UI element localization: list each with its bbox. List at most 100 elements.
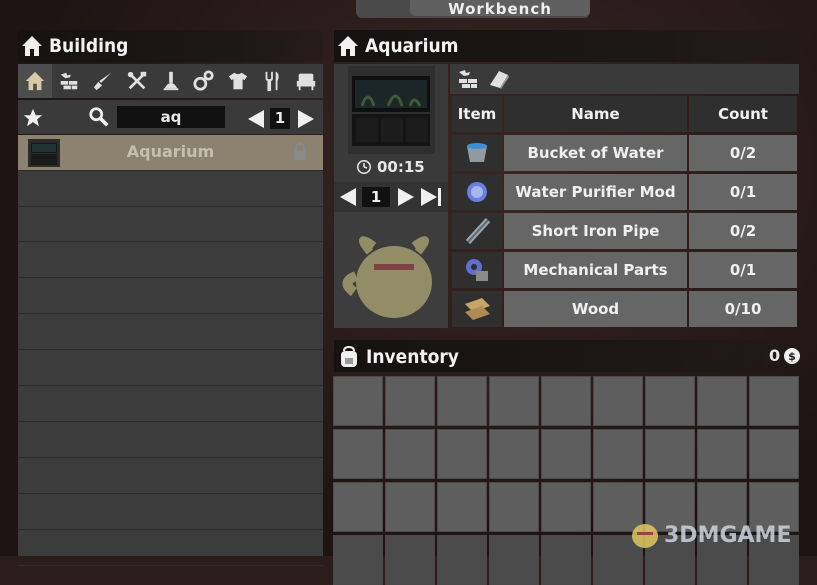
list-item[interactable] (18, 422, 323, 458)
quantity-decrease-button[interactable] (338, 186, 358, 212)
inventory-slot[interactable] (385, 535, 435, 585)
category-bar (18, 64, 323, 98)
table-row[interactable]: Mechanical Parts 0/1 (450, 252, 799, 290)
quantity-max-button[interactable] (419, 186, 443, 212)
list-item[interactable] (18, 386, 323, 422)
arrow-left-icon (340, 188, 356, 206)
tab-ingredients[interactable] (456, 67, 480, 95)
inventory-slot[interactable] (697, 376, 747, 426)
favorites-button[interactable] (22, 107, 44, 133)
ingredient-count: 0/2 (689, 213, 797, 249)
tab-description[interactable] (487, 67, 511, 95)
building-header: Building (20, 32, 128, 60)
list-item[interactable] (18, 278, 323, 314)
category-clothing-button[interactable] (221, 64, 255, 98)
parts-icon (193, 70, 215, 91)
inventory-slot[interactable] (489, 535, 539, 585)
inventory-slot[interactable] (437, 535, 487, 585)
prev-page-button[interactable] (246, 108, 266, 134)
category-food-button[interactable] (255, 64, 289, 98)
watermark-text: 3DMGAME (664, 522, 792, 548)
inventory-slot[interactable] (333, 535, 383, 585)
currency-value: 0 (769, 346, 781, 365)
table-row[interactable]: Bucket of Water 0/2 (450, 135, 799, 173)
category-build-button[interactable] (52, 64, 86, 98)
list-item[interactable] (18, 314, 323, 350)
ingredient-name: Mechanical Parts (504, 252, 687, 288)
ingredient-name: Wood (504, 291, 687, 327)
arrow-left-icon (248, 110, 264, 128)
next-page-button[interactable] (296, 108, 316, 134)
arrow-max-icon (421, 188, 441, 206)
home-icon (20, 34, 44, 58)
home-icon (336, 34, 360, 58)
inventory-slot[interactable] (541, 376, 591, 426)
category-tools-button[interactable] (120, 64, 154, 98)
inventory-slot[interactable] (749, 429, 799, 479)
list-item-label: Aquarium (126, 142, 215, 161)
inventory-header: Inventory (337, 343, 459, 371)
inventory-slot[interactable] (489, 482, 539, 532)
quantity-value[interactable]: 1 (362, 187, 390, 207)
category-home-button[interactable] (18, 64, 52, 98)
inventory-slot[interactable] (333, 376, 383, 426)
list-item[interactable] (18, 171, 323, 207)
list-item[interactable]: Aquarium (18, 135, 323, 171)
search-input[interactable] (117, 106, 225, 128)
workbench-title: Workbench (448, 0, 552, 18)
inventory-slot[interactable] (593, 429, 643, 479)
backpack-icon (337, 345, 361, 369)
inventory-slot[interactable] (697, 429, 747, 479)
list-item[interactable] (18, 494, 323, 530)
ingredient-count: 0/2 (689, 135, 797, 171)
inventory-slot[interactable] (437, 429, 487, 479)
inventory-slot[interactable] (645, 376, 695, 426)
coin-icon: $ (784, 347, 801, 364)
ingredient-count: 0/10 (689, 291, 797, 327)
inventory-slot[interactable] (489, 429, 539, 479)
inventory-slot[interactable] (593, 376, 643, 426)
category-weapons-button[interactable] (86, 64, 120, 98)
science-icon (163, 71, 178, 91)
inventory-slot[interactable] (541, 482, 591, 532)
building-title: Building (49, 35, 129, 57)
craft-time-value: 00:15 (377, 158, 425, 176)
inventory-slot[interactable] (749, 376, 799, 426)
recipe-title: Aquarium (365, 35, 459, 57)
column-count: Count (689, 96, 797, 132)
category-parts-button[interactable] (187, 64, 221, 98)
watermark: 3DMGAME (628, 520, 791, 550)
inventory-slot[interactable] (385, 429, 435, 479)
inventory-slot[interactable] (385, 376, 435, 426)
inventory-slot[interactable] (437, 482, 487, 532)
inventory-slot[interactable] (437, 376, 487, 426)
list-item[interactable] (18, 242, 323, 278)
ingredient-count: 0/1 (689, 174, 797, 210)
inventory-slot[interactable] (333, 429, 383, 479)
list-item[interactable] (18, 458, 323, 494)
clock-icon (357, 160, 371, 174)
build-icon (60, 72, 78, 90)
search-icon (88, 106, 110, 132)
inventory-slot[interactable] (385, 482, 435, 532)
watermark-logo (632, 524, 658, 548)
list-item[interactable] (18, 530, 323, 566)
list-item[interactable] (18, 350, 323, 386)
workbench-tab[interactable]: Workbench (410, 0, 590, 18)
category-furniture-button[interactable] (289, 64, 323, 98)
table-row[interactable]: Water Purifier Mod 0/1 (450, 174, 799, 212)
arrow-right-icon (298, 110, 314, 128)
inventory-slot[interactable] (645, 429, 695, 479)
mechanical-parts-icon (452, 252, 502, 288)
table-row[interactable]: Short Iron Pipe 0/2 (450, 213, 799, 251)
ingredient-name: Water Purifier Mod (504, 174, 687, 210)
column-name: Name (504, 96, 687, 132)
quantity-increase-button[interactable] (396, 186, 416, 212)
category-science-button[interactable] (154, 64, 188, 98)
list-item[interactable] (18, 206, 323, 242)
inventory-slot[interactable] (541, 535, 591, 585)
inventory-slot[interactable] (333, 482, 383, 532)
inventory-slot[interactable] (489, 376, 539, 426)
table-row[interactable]: Wood 0/10 (450, 291, 799, 329)
inventory-slot[interactable] (541, 429, 591, 479)
